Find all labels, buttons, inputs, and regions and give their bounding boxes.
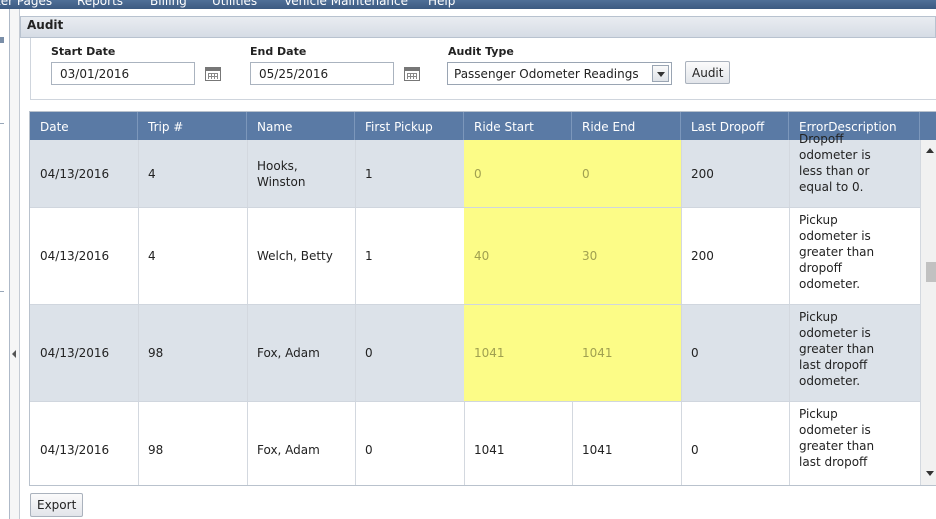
collapse-arrow-icon[interactable] [12,350,16,358]
column-divider [681,208,682,304]
cell-date: 04/13/2016 [40,249,110,263]
menu-item-reports[interactable]: Reports [77,0,123,8]
cell-ride-start: 1041 [474,443,505,457]
cell-last-dropoff: 200 [691,249,714,263]
column-divider [681,140,682,207]
column-divider [138,140,139,207]
audit-panel: Audit Start Date 03/01/2016 End Date 05/… [20,9,936,519]
column-divider [681,305,682,401]
audit-type-value: Passenger Odometer Readings [454,67,639,81]
cell-last-dropoff: 0 [691,346,699,360]
cell-trip: 4 [148,166,156,181]
cell-ride-end: 0 [572,140,681,207]
column-divider [789,140,790,207]
start-date-calendar-icon[interactable] [205,67,221,81]
column-divider [355,140,356,207]
column-divider [681,402,682,485]
column-divider [355,305,356,401]
menu-item-utilities[interactable]: Utilities [212,0,257,8]
export-button[interactable]: Export [30,493,84,517]
column-divider [355,402,356,485]
menu-item-billing[interactable]: Billing [150,0,187,8]
scroll-down-icon[interactable] [926,471,934,476]
cell-trip: 4 [148,249,156,263]
column-divider [789,402,790,485]
end-date-label: End Date [250,45,307,58]
column-header-ride-start[interactable]: Ride Start [464,112,572,140]
grid-vertical-scrollbar[interactable] [920,140,936,485]
nav-divider [0,291,4,292]
column-divider [789,305,790,401]
audit-results-grid: Date Trip # Name First Pickup Ride Start… [29,111,936,486]
cell-error-description: Dropoff odometer is less than or equal t… [799,132,871,194]
end-date-calendar-icon[interactable] [404,67,420,81]
cell-ride-start: 0 [464,140,572,207]
column-divider [247,402,248,485]
panel-title: Audit [27,18,64,32]
cell-error-description: Pickup odometer is greater than dropoff … [799,213,875,291]
cell-last-dropoff: 200 [691,166,714,181]
cell-error-description: Pickup odometer is greater than last dro… [799,407,875,469]
cell-first-pickup: 0 [365,346,373,360]
column-header-date[interactable]: Date [30,112,138,140]
cell-name: Hooks, Winston [257,158,306,189]
audit-type-label: Audit Type [448,45,514,58]
panel-splitter[interactable] [10,9,20,519]
end-date-field[interactable]: 05/25/2016 [250,62,394,85]
cell-trip: 98 [148,346,164,360]
cell-last-dropoff: 0 [691,443,699,457]
audit-type-select[interactable]: Passenger Odometer Readings [447,62,672,85]
panel-header: Audit [20,16,936,38]
column-header-name[interactable]: Name [247,112,355,140]
cell-first-pickup: 0 [365,443,373,457]
cell-ride-end: 1041 [582,443,613,457]
left-nav-collapsed [0,9,10,519]
cell-first-pickup: 1 [365,166,373,181]
column-header-ride-end[interactable]: Ride End [572,112,681,140]
column-divider [247,140,248,207]
cell-name: Welch, Betty [257,249,333,263]
menu-item-vehicle-maintenance[interactable]: Vehicle Maintenance [284,0,408,8]
cell-first-pickup: 1 [365,249,373,263]
nav-marker [0,37,4,43]
column-divider [138,305,139,401]
audit-filters: Start Date 03/01/2016 End Date 05/25/201… [30,38,936,100]
scroll-up-icon[interactable] [926,148,934,153]
audit-button[interactable]: Audit [685,61,731,84]
start-date-field[interactable]: 03/01/2016 [51,62,195,85]
menu-item-master-pages[interactable]: ter Pages [0,0,52,8]
cell-ride-end: 30 [572,208,681,304]
cell-date: 04/13/2016 [40,346,110,360]
cell-date: 04/13/2016 [40,443,110,457]
menu-item-help[interactable]: Help [428,0,455,8]
column-header-first-pickup[interactable]: First Pickup [355,112,464,140]
column-divider [789,208,790,304]
column-header-last-dropoff[interactable]: Last Dropoff [681,112,789,140]
cell-ride-start: 1041 [464,305,572,401]
cell-ride-start: 40 [464,208,572,304]
top-menu-bar: ter Pages Reports Billing Utilities Vehi… [0,0,936,9]
nav-divider [0,123,4,124]
table-row[interactable]: 04/13/2016 98 Fox, Adam 0 1041 1041 0 Pi… [30,402,920,485]
column-divider [572,402,573,485]
cell-trip: 98 [148,443,164,457]
column-divider [138,402,139,485]
table-row[interactable]: 04/13/2016 4 Hooks, Winston 1 0 0 200 Dr… [30,132,920,208]
column-divider [247,305,248,401]
scroll-thumb[interactable] [926,262,936,282]
cell-error-description: Pickup odometer is greater than last dro… [799,310,875,388]
cell-name: Fox, Adam [257,443,320,457]
column-divider [355,208,356,304]
column-header-trip[interactable]: Trip # [138,112,247,140]
chevron-down-icon[interactable] [652,65,669,82]
start-date-label: Start Date [51,45,116,58]
cell-name: Fox, Adam [257,346,320,360]
column-divider [138,208,139,304]
cell-ride-end: 1041 [572,305,681,401]
table-row[interactable]: 04/13/2016 4 Welch, Betty 1 40 30 200 Pi… [30,208,920,305]
table-row[interactable]: 04/13/2016 98 Fox, Adam 0 1041 1041 0 Pi… [30,305,920,402]
column-divider [247,208,248,304]
cell-date: 04/13/2016 [40,166,110,181]
column-divider [464,402,465,485]
